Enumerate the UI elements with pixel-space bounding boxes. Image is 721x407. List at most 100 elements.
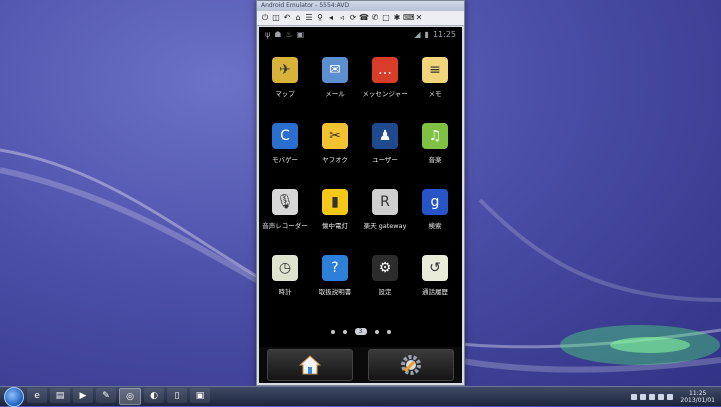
emulator-toolbar: ⏻ ◫ ↶ ⌂ ☰ ⚲ ◂ ◃ ⟳ ☎ ✆ ▢ ✱ ⌨ ✕ bbox=[257, 11, 464, 26]
page-dot[interactable] bbox=[374, 329, 379, 334]
app-label: 時計 bbox=[278, 288, 292, 296]
music-icon: ♫ bbox=[422, 123, 448, 149]
app-rakuten[interactable]: R 楽天 gateway bbox=[360, 189, 410, 230]
app-label: メール bbox=[325, 90, 345, 98]
keyboard-icon[interactable]: ⌨ bbox=[403, 13, 415, 23]
flashlight-icon: ▮ bbox=[322, 189, 348, 215]
app-google-search[interactable]: g 検索 bbox=[410, 189, 460, 230]
status-bar: ψ ☗ ♨ ▣ ◢ ▮ 11:25 bbox=[259, 27, 462, 41]
emulator-title: Android Emulator - 5554:AVD bbox=[257, 1, 464, 11]
usb-icon: ψ bbox=[265, 29, 271, 39]
app-flashlight[interactable]: ▮ 懐中電灯 bbox=[310, 189, 360, 230]
taskbar-items: e ▤ ▶ ✎ ◎ ◐ ▯ ▣ bbox=[24, 388, 210, 405]
voice-recorder-icon: 🎙 bbox=[272, 189, 298, 215]
app-user[interactable]: ♟ ユーザー bbox=[360, 123, 410, 164]
end-call-icon[interactable]: ✆ bbox=[370, 13, 380, 23]
app-voice-recorder[interactable]: 🎙 音声レコーダー bbox=[260, 189, 310, 230]
map-icon: ✈ bbox=[272, 57, 298, 83]
dock bbox=[259, 347, 462, 383]
phone-icon[interactable]: ☎ bbox=[359, 13, 369, 23]
app-label: マップ bbox=[275, 90, 295, 98]
app-label: 設定 bbox=[378, 288, 392, 296]
search-icon[interactable]: ⚲ bbox=[315, 13, 325, 23]
tray-ime-icon[interactable] bbox=[640, 393, 647, 400]
app-help[interactable]: ? 取扱説明書 bbox=[310, 255, 360, 296]
page-dot[interactable] bbox=[386, 329, 391, 334]
app-label: ヤフオク bbox=[322, 156, 348, 164]
google-search-icon: g bbox=[422, 189, 448, 215]
home-icon bbox=[298, 355, 321, 375]
volume-up-icon[interactable]: ◂ bbox=[326, 13, 336, 23]
tray-date: 2013/01/01 bbox=[680, 396, 715, 404]
app-call-log[interactable]: ↺ 通話履歴 bbox=[410, 255, 460, 296]
emulator-window[interactable]: Android Emulator - 5554:AVD ⏻ ◫ ↶ ⌂ ☰ ⚲ … bbox=[256, 0, 465, 386]
dock-home-button[interactable] bbox=[266, 349, 353, 381]
android-icon: ☗ bbox=[274, 29, 282, 39]
app-settings[interactable]: ⚙ 設定 bbox=[360, 255, 410, 296]
page-dot-current[interactable]: 3 bbox=[354, 328, 367, 335]
user-icon: ♟ bbox=[372, 123, 398, 149]
back-icon[interactable]: ↶ bbox=[282, 13, 292, 23]
firefox-icon[interactable]: ◐ bbox=[144, 388, 164, 403]
notify-icon: ♨ bbox=[285, 29, 293, 39]
app-mail[interactable]: ✉ メール bbox=[310, 57, 360, 98]
app-clock[interactable]: ◷ 時計 bbox=[260, 255, 310, 296]
rakuten-icon: R bbox=[372, 189, 398, 215]
emulator-icon[interactable]: ◎ bbox=[119, 388, 141, 405]
document-icon[interactable]: ▯ bbox=[167, 388, 187, 403]
dock-settings-button[interactable] bbox=[368, 349, 455, 381]
close-icon[interactable]: ✕ bbox=[414, 13, 424, 23]
tray-network-icon[interactable] bbox=[649, 393, 656, 400]
settings-gear-icon bbox=[401, 355, 422, 375]
paint-icon[interactable]: ✎ bbox=[96, 388, 116, 403]
tray-flag-icon[interactable] bbox=[667, 393, 674, 400]
mobage-icon: C bbox=[272, 123, 298, 149]
app-label: モバゲー bbox=[272, 156, 298, 164]
app-yahoo-auction[interactable]: ✂ ヤフオク bbox=[310, 123, 360, 164]
settings-icon: ⚙ bbox=[372, 255, 398, 281]
rotate-icon[interactable]: ⟳ bbox=[348, 13, 358, 23]
settings-icon[interactable]: ✱ bbox=[392, 13, 402, 23]
messenger-icon: … bbox=[372, 57, 398, 83]
windows-start-icon[interactable] bbox=[4, 386, 24, 407]
volume-down-icon[interactable]: ◃ bbox=[337, 13, 347, 23]
menu-icon[interactable]: ☰ bbox=[304, 13, 314, 23]
app-label: ユーザー bbox=[372, 156, 398, 164]
camera-icon[interactable]: ◫ bbox=[271, 13, 281, 23]
home-icon[interactable]: ⌂ bbox=[293, 13, 303, 23]
mail-icon: ✉ bbox=[322, 57, 348, 83]
signal-icon: ◢ bbox=[414, 29, 421, 39]
app-label: 音楽 bbox=[428, 156, 442, 164]
page-dot[interactable] bbox=[330, 329, 335, 334]
app-label: 楽天 gateway bbox=[363, 222, 407, 230]
app-messenger[interactable]: … メッセンジャー bbox=[360, 57, 410, 98]
tray-volume-icon[interactable] bbox=[658, 393, 665, 400]
power-icon[interactable]: ⏻ bbox=[260, 13, 270, 23]
media-player-icon[interactable]: ▶ bbox=[73, 388, 93, 403]
system-tray: 11:25 2013/01/01 bbox=[631, 390, 721, 404]
app-label: 音声レコーダー bbox=[262, 222, 308, 230]
windows-taskbar: e ▤ ▶ ✎ ◎ ◐ ▯ ▣ 11:25 2013/01/01 bbox=[0, 386, 721, 407]
clock-icon: ◷ bbox=[272, 255, 298, 281]
app-label: 取扱説明書 bbox=[318, 288, 352, 296]
folder-icon[interactable]: ▤ bbox=[50, 388, 70, 403]
yahoo-auction-icon: ✂ bbox=[322, 123, 348, 149]
app-label: メモ bbox=[428, 90, 442, 98]
status-clock: 11:25 bbox=[432, 29, 456, 39]
app-memo[interactable]: ≡ メモ bbox=[410, 57, 460, 98]
ie-icon[interactable]: e bbox=[27, 388, 47, 403]
tray-lang-icon[interactable] bbox=[631, 393, 638, 400]
tray-clock[interactable]: 11:25 2013/01/01 bbox=[680, 390, 715, 404]
app-label: 検索 bbox=[428, 222, 442, 230]
app-label: 通話履歴 bbox=[422, 288, 448, 296]
android-task-icon[interactable]: ▣ bbox=[190, 388, 210, 403]
app-music[interactable]: ♫ 音楽 bbox=[410, 123, 460, 164]
screenshot-icon[interactable]: ▢ bbox=[381, 13, 391, 23]
memo-icon: ≡ bbox=[422, 57, 448, 83]
app-map[interactable]: ✈ マップ bbox=[260, 57, 310, 98]
app-mobage[interactable]: C モバゲー bbox=[260, 123, 310, 164]
page-dot[interactable] bbox=[342, 329, 347, 334]
help-icon: ? bbox=[322, 255, 348, 281]
call-log-icon: ↺ bbox=[422, 255, 448, 281]
app-icon: ▣ bbox=[296, 29, 305, 39]
